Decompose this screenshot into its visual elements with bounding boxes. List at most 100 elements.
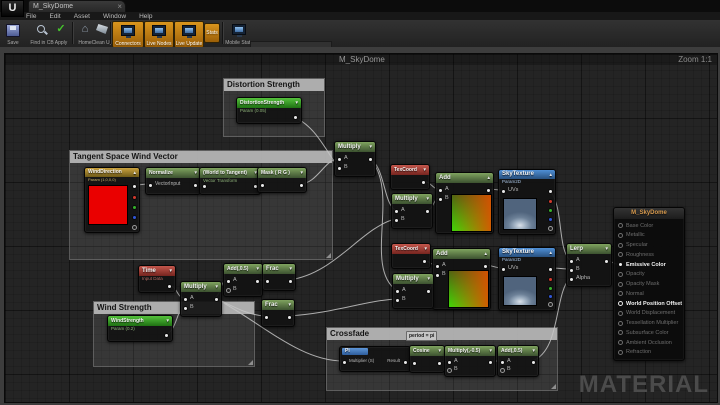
chevron-down-icon[interactable]: ▼ — [215, 282, 219, 292]
output-pin[interactable] — [486, 188, 491, 193]
output-pin[interactable] — [422, 259, 427, 264]
input-pin[interactable] — [412, 361, 417, 366]
menu-asset[interactable]: Asset — [74, 13, 90, 20]
chevron-down-icon[interactable]: ▼ — [423, 165, 427, 175]
input-pin-a[interactable] — [183, 297, 188, 302]
output-pin-r[interactable] — [548, 199, 553, 204]
output-pin[interactable] — [368, 157, 373, 162]
output-pin[interactable] — [293, 115, 298, 120]
chevron-down-icon[interactable]: ▼ — [427, 274, 431, 284]
input-pin-b[interactable] — [394, 218, 399, 223]
output-pin[interactable] — [287, 315, 292, 320]
graph-canvas[interactable]: M_SkyDome Zoom 1:1 Distortion Strength T… — [4, 53, 718, 403]
chevron-down-icon[interactable]: ▼ — [489, 346, 493, 356]
output-pin-a[interactable] — [548, 226, 553, 231]
node-wind-direction[interactable]: WindDirection▲ Param (1,0,0,0) — [84, 167, 140, 233]
chevron-up-icon[interactable]: ▲ — [133, 168, 137, 177]
output-pin[interactable] — [425, 209, 430, 214]
pin-metallic[interactable]: Metallic — [614, 231, 684, 240]
chevron-down-icon[interactable]: ▼ — [300, 168, 304, 178]
input-pin-multiplier[interactable] — [342, 360, 347, 365]
node-add-2[interactable]: Add▲ A B — [432, 248, 491, 310]
output-pin-b[interactable] — [132, 215, 137, 220]
chevron-down-icon[interactable]: ▼ — [532, 346, 536, 356]
node-frac-2[interactable]: Frac▼ — [261, 299, 295, 327]
menu-edit[interactable]: Edit — [49, 13, 60, 20]
node-multiply-1[interactable]: Multiply▼ A B — [391, 193, 433, 229]
chevron-down-icon[interactable]: ▼ — [288, 300, 292, 310]
node-texcoord-1[interactable]: TexCoord▼ — [390, 164, 430, 190]
chevron-up-icon[interactable]: ▲ — [487, 173, 491, 183]
output-pin[interactable] — [531, 360, 536, 365]
node-world-to-tangent[interactable]: (World to Tangent)▼ Vector Transform — [199, 167, 261, 195]
apply-button[interactable]: ✓ Apply — [48, 21, 74, 46]
save-button[interactable]: Save — [0, 21, 26, 46]
node-pi[interactable]: Pi Multiplier (S) Result — [339, 346, 411, 372]
input-pin[interactable] — [264, 315, 269, 320]
pin-world-displacement[interactable]: World Displacement — [614, 309, 684, 318]
input-pin-a[interactable] — [226, 279, 231, 284]
pin-opacity-mask[interactable]: Opacity Mask — [614, 280, 684, 289]
node-add-1[interactable]: Add▲ A B — [435, 172, 494, 234]
output-pin[interactable] — [193, 183, 198, 188]
input-pin-uvs[interactable] — [501, 189, 506, 194]
output-pin[interactable] — [483, 264, 488, 269]
output-pin[interactable] — [132, 184, 137, 189]
chevron-down-icon[interactable]: ▼ — [438, 346, 442, 356]
node-sky-texture-2[interactable]: SkyTexture▲ Param2D UVs — [498, 247, 556, 311]
chevron-down-icon[interactable]: ▼ — [369, 142, 373, 152]
node-normalize[interactable]: Normalize▼ VectorInput — [145, 167, 201, 195]
input-pin[interactable] — [260, 183, 265, 188]
chevron-down-icon[interactable]: ▼ — [426, 194, 430, 204]
node-cosine[interactable]: Cosine▼ — [409, 345, 445, 373]
pin-subsurface-color[interactable]: Subsurface Color — [614, 328, 684, 337]
input-pin-a[interactable] — [395, 289, 400, 294]
input-pin[interactable] — [148, 183, 153, 188]
input-pin[interactable] — [202, 184, 207, 189]
pin-world-position-offset[interactable]: World Position Offset — [614, 299, 684, 308]
output-pin[interactable] — [164, 333, 169, 338]
output-pin-g[interactable] — [548, 208, 553, 213]
output-pin-b[interactable] — [548, 217, 553, 222]
output-pin[interactable] — [604, 259, 609, 264]
node-add-half-1[interactable]: Add(,0.5)▼ A B — [223, 263, 263, 297]
stats-button[interactable]: Stats — [204, 23, 220, 43]
node-frac-1[interactable]: Frac▼ — [262, 263, 296, 291]
live-nodes-button[interactable]: Live Nodes — [144, 21, 174, 48]
menu-file[interactable]: File — [26, 13, 36, 20]
input-pin-alpha[interactable] — [569, 277, 574, 282]
input-pin-b[interactable] — [183, 306, 188, 311]
output-pin-r[interactable] — [132, 195, 137, 200]
pin-normal[interactable]: Normal — [614, 289, 684, 298]
output-pin[interactable] — [299, 183, 304, 188]
input-pin-b[interactable] — [435, 273, 440, 278]
chevron-down-icon[interactable]: ▼ — [194, 168, 198, 178]
output-pin[interactable] — [403, 360, 408, 365]
menu-window[interactable]: Window — [103, 13, 126, 20]
pin-ambient-occlusion[interactable]: Ambient Occlusion — [614, 338, 684, 347]
chevron-down-icon[interactable]: ▼ — [424, 244, 428, 254]
input-pin-b[interactable] — [395, 298, 400, 303]
output-pin-a[interactable] — [548, 302, 553, 307]
input-pin-a[interactable] — [337, 157, 342, 162]
output-pin-r[interactable] — [548, 277, 553, 282]
output-pin[interactable] — [437, 361, 442, 366]
node-material-output[interactable]: M_SkyDome Base Color Metallic Specular R… — [613, 207, 685, 361]
output-pin[interactable] — [426, 289, 431, 294]
input-pin-b[interactable] — [337, 166, 342, 171]
pin-emissive-color[interactable]: Emissive Color — [614, 260, 684, 269]
output-pin-a[interactable] — [132, 225, 137, 230]
output-pin[interactable] — [167, 284, 172, 289]
input-pin-b[interactable] — [226, 288, 231, 293]
output-pin[interactable] — [288, 279, 293, 284]
pin-refraction[interactable]: Refraction — [614, 348, 684, 357]
input-pin-a[interactable] — [447, 360, 452, 365]
output-pin[interactable] — [421, 180, 426, 185]
output-pin-g[interactable] — [132, 205, 137, 210]
chevron-down-icon[interactable]: ▼ — [289, 264, 293, 274]
pin-tessellation-multiplier[interactable]: Tessellation Multiplier — [614, 319, 684, 328]
pin-roughness[interactable]: Roughness — [614, 250, 684, 259]
node-lerp[interactable]: Lerp▼ A B Alpha — [566, 243, 612, 287]
chevron-down-icon[interactable]: ▼ — [295, 98, 299, 108]
input-pin-a[interactable] — [438, 188, 443, 193]
